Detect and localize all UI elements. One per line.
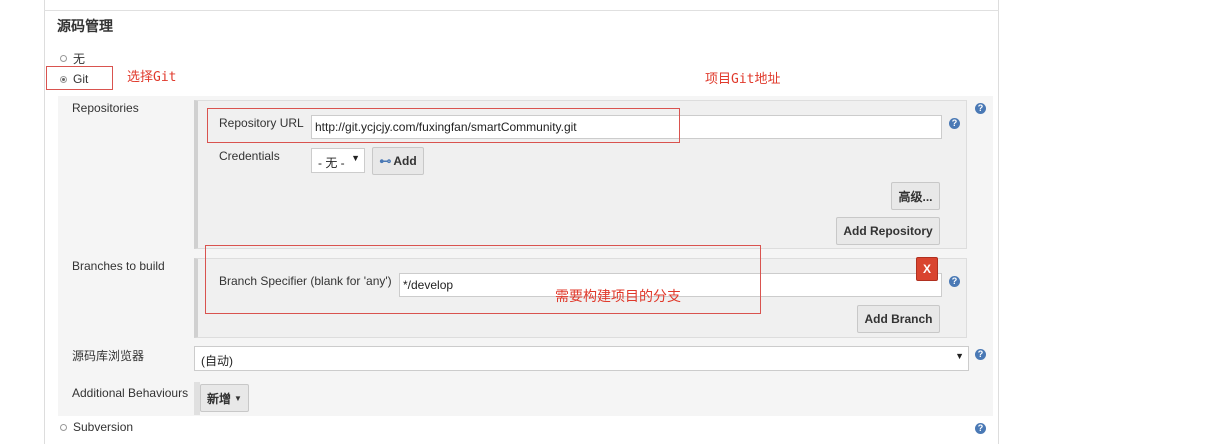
annotation-box-url	[207, 108, 680, 143]
annotation-git-url: 项目Git地址	[705, 72, 781, 87]
radio-dot-icon	[60, 55, 67, 62]
help-icon[interactable]: ?	[949, 118, 960, 129]
add-branch-button[interactable]: Add Branch	[857, 305, 940, 333]
radio-dot-icon	[60, 423, 67, 431]
radio-none[interactable]: 无	[60, 50, 85, 67]
help-icon[interactable]: ?	[975, 423, 986, 434]
annotation-branch: 需要构建项目的分支	[555, 289, 681, 305]
browser-label: 源码库浏览器	[72, 349, 145, 363]
help-icon[interactable]: ?	[975, 349, 986, 360]
behaviours-label: Additional Behaviours	[72, 386, 189, 400]
help-icon[interactable]: ?	[975, 103, 986, 114]
dropdown-arrow-icon: ▼	[955, 351, 964, 361]
annotation-box-git	[46, 66, 113, 90]
add-credentials-label: Add	[393, 154, 417, 168]
section-title: 源码管理	[57, 18, 113, 34]
advanced-button[interactable]: 高级...	[891, 182, 940, 210]
browser-select[interactable]: (自动) ▼	[194, 346, 969, 371]
credentials-select[interactable]: - 无 - ▼	[311, 148, 365, 173]
help-icon[interactable]: ?	[949, 276, 960, 287]
annotation-select-git: 选择Git	[127, 70, 177, 85]
radio-subversion[interactable]: Subversion	[60, 420, 133, 434]
credentials-label: Credentials	[219, 149, 280, 163]
caret-down-icon: ▼	[234, 393, 242, 403]
delete-branch-button[interactable]: X	[916, 257, 938, 281]
radio-subversion-label: Subversion	[73, 420, 134, 434]
add-behaviour-label: 新增	[207, 391, 232, 406]
key-icon: ⊷	[379, 154, 392, 168]
add-credentials-button[interactable]: ⊷ Add	[372, 147, 424, 175]
credentials-value: - 无 -	[318, 156, 345, 170]
add-behaviour-button[interactable]: 新增 ▼	[200, 384, 249, 412]
branches-label: Branches to build	[72, 259, 165, 273]
dropdown-arrow-icon: ▼	[351, 153, 360, 163]
add-repository-button[interactable]: Add Repository	[836, 217, 940, 245]
radio-none-label: 无	[73, 52, 86, 66]
divider	[44, 10, 999, 11]
repositories-label: Repositories	[72, 101, 139, 115]
browser-value: (自动)	[201, 354, 233, 368]
